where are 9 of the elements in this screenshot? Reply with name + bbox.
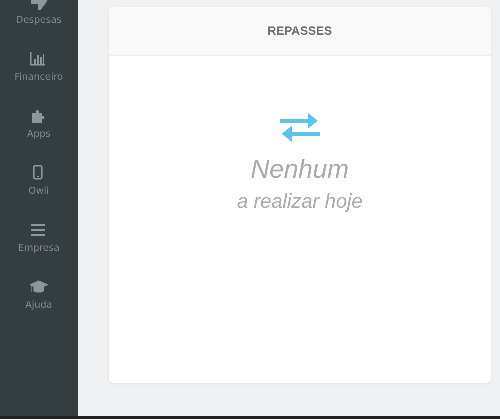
sidebar-item[interactable]: Empresa	[18, 221, 60, 254]
sidebar-item[interactable]: Owli	[28, 164, 50, 197]
empty-subtitle: a realizar hoje	[237, 191, 363, 214]
sidebar-item[interactable]: Apps	[27, 107, 51, 140]
empty-title: Nenhum	[250, 154, 350, 185]
sidebar-item[interactable]: Financeiro	[14, 50, 64, 83]
sidebar-item[interactable]: Despesas	[16, 0, 62, 26]
sidebar-item[interactable]: Ajuda	[25, 278, 52, 311]
card-title: REPASSES	[109, 7, 491, 56]
